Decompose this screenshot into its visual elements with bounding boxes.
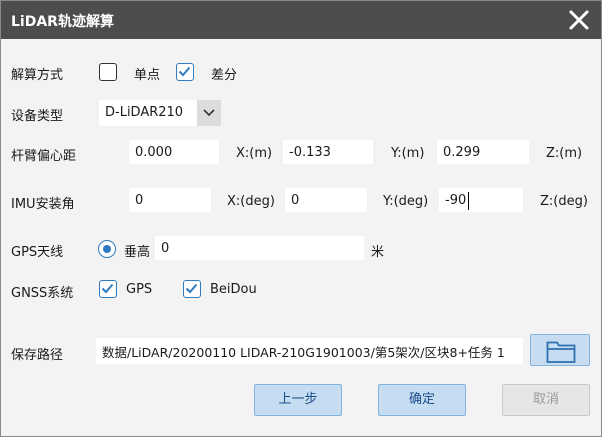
- cancel-button[interactable]: 取消: [502, 384, 590, 416]
- close-icon: [569, 10, 589, 30]
- imu-x-label: X:(deg): [227, 194, 275, 209]
- radio-dot: [102, 244, 111, 253]
- ok-button[interactable]: 确定: [378, 384, 466, 416]
- lever-arm-x-label: X:(m): [236, 146, 273, 161]
- window-title: LiDAR轨迹解算: [11, 14, 114, 30]
- title-bar: LiDAR轨迹解算: [1, 1, 601, 39]
- device-type-value: D-LiDAR210: [105, 105, 184, 120]
- checkmark-icon: [185, 283, 198, 294]
- close-button[interactable]: [565, 6, 593, 34]
- lever-arm-y-label: Y:(m): [391, 146, 425, 161]
- differential-label: 差分: [211, 68, 238, 83]
- device-type-label: 设备类型: [11, 109, 64, 124]
- gnss-system-label: GNSS系统: [11, 286, 74, 301]
- imu-z-label: Z:(deg): [540, 194, 588, 209]
- gps-checkbox[interactable]: [99, 280, 117, 298]
- lever-arm-label: 杆臂偏心距: [11, 149, 77, 164]
- checkmark-icon: [178, 66, 191, 77]
- lever-arm-z-input[interactable]: [437, 140, 529, 164]
- imu-x-input[interactable]: [129, 188, 211, 212]
- dialog: LiDAR轨迹解算 解算方式 单点 差分 设备类型 D-LiDAR210 杆臂偏…: [0, 0, 602, 437]
- single-point-checkbox[interactable]: [99, 63, 117, 81]
- lever-arm-y-input[interactable]: [283, 140, 373, 164]
- browse-folder-button[interactable]: [530, 334, 590, 366]
- single-point-label: 单点: [134, 68, 161, 83]
- lever-arm-z-label: Z:(m): [546, 146, 583, 161]
- previous-step-button[interactable]: 上一步: [254, 384, 342, 416]
- chevron-down-icon: [203, 109, 215, 117]
- imu-z-input[interactable]: [439, 188, 523, 212]
- differential-checkbox[interactable]: [176, 63, 194, 81]
- solve-mode-label: 解算方式: [11, 68, 64, 83]
- checkmark-icon: [101, 283, 114, 294]
- vertical-height-radio[interactable]: [98, 240, 116, 258]
- antenna-height-input[interactable]: [155, 236, 364, 260]
- text-cursor: [468, 192, 469, 210]
- imu-angle-label: IMU安装角: [11, 197, 75, 212]
- lever-arm-x-input[interactable]: [129, 140, 219, 164]
- imu-y-label: Y:(deg): [383, 194, 429, 209]
- gps-antenna-label: GPS天线: [11, 245, 64, 260]
- imu-y-input[interactable]: [285, 188, 367, 212]
- folder-icon: [546, 341, 576, 363]
- vertical-height-label: 垂高: [124, 245, 151, 260]
- beidou-checkbox[interactable]: [183, 280, 201, 298]
- device-type-select[interactable]: D-LiDAR210: [99, 100, 221, 126]
- beidou-label: BeiDou: [210, 282, 257, 297]
- gps-label: GPS: [126, 282, 153, 297]
- height-unit-label: 米: [371, 245, 385, 260]
- save-path-label: 保存路径: [11, 348, 64, 363]
- dropdown-arrow[interactable]: [197, 100, 221, 126]
- save-path-input[interactable]: [96, 338, 523, 364]
